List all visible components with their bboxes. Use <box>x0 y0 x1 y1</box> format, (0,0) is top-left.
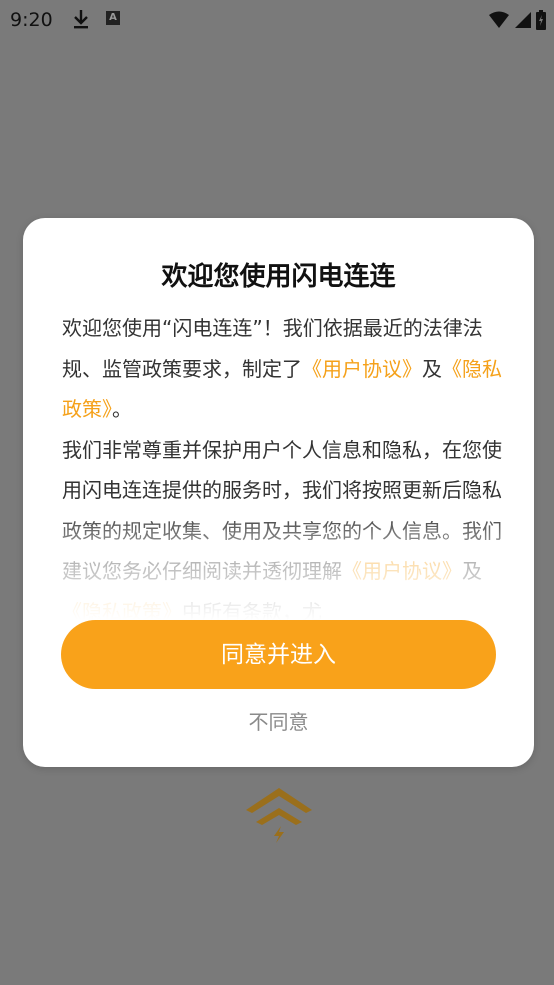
status-bar: 9:20 A <box>0 0 554 42</box>
agree-button[interactable]: 同意并进入 <box>61 620 496 689</box>
a-icon: A <box>106 11 120 25</box>
battery-icon <box>536 10 546 30</box>
detail-paragraph: 我们非常尊重并保护用户个人信息和隐私，在您使用闪电连连提供的服务时，我们将按照更… <box>62 430 502 621</box>
user-agreement-link[interactable]: 《用户协议》 <box>302 357 422 381</box>
signal-icon <box>515 12 531 28</box>
app-logo-icon <box>244 786 314 848</box>
wifi-icon <box>489 11 509 28</box>
and-text-2: 及 <box>462 559 482 583</box>
dialog-body[interactable]: 欢迎您使用“闪电连连”！我们依据最近的法律法规、监管政策要求，制定了《用户协议》… <box>62 308 502 620</box>
privacy-dialog: 欢迎您使用闪电连连 欢迎您使用“闪电连连”！我们依据最近的法律法规、监管政策要求… <box>23 218 534 767</box>
and-text: 及 <box>422 356 442 381</box>
user-agreement-link-2[interactable]: 《用户协议》 <box>342 559 462 583</box>
period-text: 。 <box>112 397 132 421</box>
dialog-title: 欢迎您使用闪电连连 <box>161 262 396 292</box>
privacy-policy-link-2[interactable]: 《隐私政策》 <box>62 600 182 621</box>
status-time: 9:20 <box>10 9 53 31</box>
intro-paragraph: 欢迎您使用“闪电连连”！我们依据最近的法律法规、监管政策要求，制定了《用户协议》… <box>62 308 502 430</box>
download-icon <box>72 8 90 35</box>
disagree-button[interactable]: 不同意 <box>23 706 534 735</box>
system-icons <box>488 10 546 30</box>
detail-text-tail: 中所有条款，尤 <box>182 599 322 621</box>
